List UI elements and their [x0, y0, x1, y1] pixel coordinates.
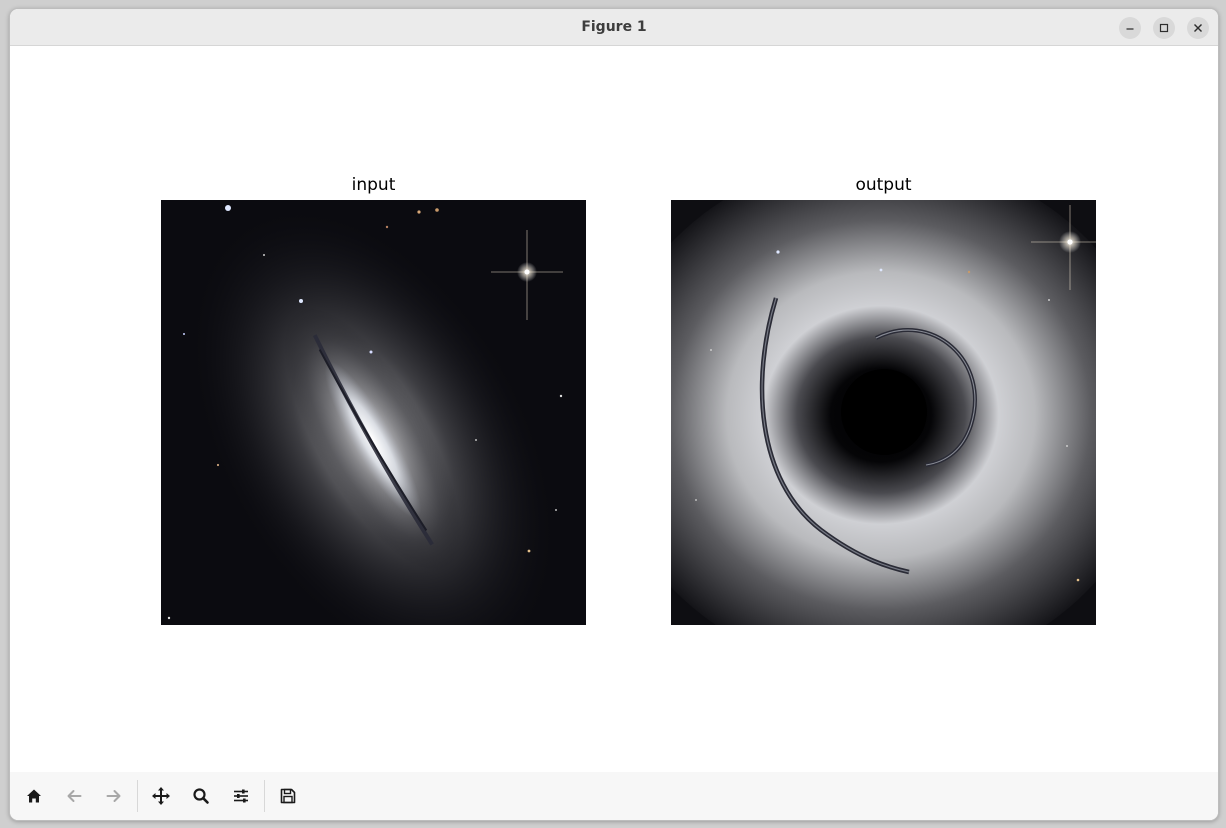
minimize-button[interactable] [1119, 17, 1141, 39]
output-axes-title: output [855, 175, 912, 195]
window-title: Figure 1 [581, 19, 647, 35]
pan-button[interactable] [149, 784, 173, 808]
back-button[interactable] [62, 784, 86, 808]
home-button[interactable] [22, 784, 46, 808]
close-button[interactable] [1187, 17, 1209, 39]
home-icon [27, 789, 41, 803]
input-axes-title: input [351, 175, 396, 195]
configure-subplots-button[interactable] [229, 784, 253, 808]
toolbar-separator [137, 780, 138, 812]
back-arrow-icon [67, 790, 82, 802]
figure-window: Figure 1 input output [9, 8, 1219, 821]
toolbar-separator [264, 780, 265, 812]
save-button[interactable] [276, 784, 300, 808]
input-image-axes[interactable] [161, 200, 586, 625]
zoom-icon [193, 788, 209, 804]
close-icon [1194, 24, 1202, 32]
forward-arrow-icon [106, 790, 121, 802]
pan-icon [152, 787, 170, 805]
forward-button[interactable] [102, 784, 126, 808]
title-bar[interactable]: Figure 1 [10, 9, 1218, 46]
navigation-toolbar [10, 772, 1218, 820]
output-image-axes[interactable] [671, 200, 1096, 625]
save-icon [280, 788, 296, 804]
maximize-button[interactable] [1153, 17, 1175, 39]
configure-subplots-icon [234, 789, 248, 803]
input-galaxy-image [161, 200, 586, 625]
figure-canvas[interactable]: input output [10, 46, 1218, 772]
minimize-icon [1126, 28, 1134, 30]
maximize-icon [1159, 23, 1169, 33]
zoom-button[interactable] [189, 784, 213, 808]
output-lensed-image [671, 200, 1096, 625]
